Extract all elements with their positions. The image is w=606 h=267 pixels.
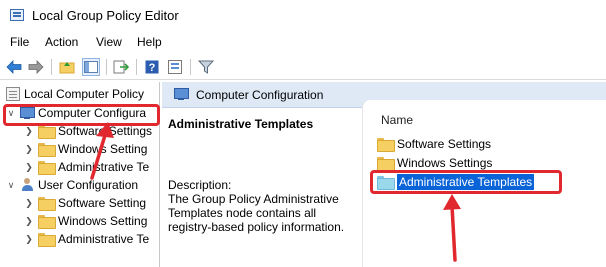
toolbar-separator: [106, 59, 107, 75]
tree-item-label: Software Setting: [58, 196, 147, 210]
tree-computer-configuration-label: Computer Configura: [38, 106, 147, 120]
tree-user-software-settings[interactable]: ❯ Software Setting: [24, 194, 146, 212]
show-hide-tree-icon[interactable]: [82, 58, 100, 76]
user-icon: [20, 178, 35, 192]
description-text: The Group Policy Administrative Template…: [168, 192, 345, 234]
export-list-icon[interactable]: [112, 58, 130, 76]
details-pane: Computer Configuration Administrative Te…: [162, 82, 606, 267]
toolbar-separator: [136, 59, 137, 75]
tree-item-label: Administrative Te: [58, 232, 150, 246]
tree-computer-configuration[interactable]: ∨ Computer Configura: [6, 104, 146, 122]
extended-view-panel: Administrative Templates Description: Th…: [162, 110, 358, 267]
tree-user-windows-settings[interactable]: ❯ Windows Setting: [24, 212, 147, 230]
back-arrow-icon[interactable]: [5, 58, 23, 76]
chevron-right-icon[interactable]: ❯: [24, 234, 34, 245]
details-header-title: Computer Configuration: [196, 88, 324, 102]
chevron-right-icon[interactable]: ❯: [24, 162, 34, 173]
list-item-label: Windows Settings: [397, 156, 493, 170]
tree-administrative-templates[interactable]: ❯ Administrative Te: [24, 158, 149, 176]
menu-view[interactable]: View: [96, 35, 122, 49]
toolbar-separator: [190, 59, 191, 75]
forward-arrow-icon[interactable]: [27, 58, 45, 76]
list-item-label: Software Settings: [397, 137, 492, 151]
computer-icon: [174, 88, 189, 101]
tree-user-configuration-label: User Configuration: [38, 178, 139, 192]
help-icon[interactable]: ?: [143, 58, 161, 76]
menu-file[interactable]: File: [10, 35, 29, 49]
title-bar: Local Group Policy Editor: [0, 0, 606, 32]
tree-item-label: Windows Setting: [58, 142, 148, 156]
list-item-administrative-templates[interactable]: Administrative Templates: [377, 173, 535, 191]
folder-icon: [38, 215, 56, 229]
chevron-right-icon[interactable]: ❯: [24, 216, 34, 227]
tree-windows-settings[interactable]: ❯ Windows Setting: [24, 140, 147, 158]
list-item-windows-settings[interactable]: Windows Settings: [377, 154, 492, 172]
tree-software-settings[interactable]: ❯ Software Settings: [24, 122, 152, 140]
tree-item-label: Software Settings: [58, 124, 153, 138]
computer-icon: [20, 106, 35, 120]
svg-text:?: ?: [149, 62, 156, 74]
menu-bar: File Action View Help: [0, 32, 606, 52]
items-list: Name Software Settings Windows Settings …: [362, 100, 606, 267]
folder-icon: [38, 125, 56, 139]
toolbar-separator: [51, 59, 52, 75]
chevron-right-icon[interactable]: ❯: [24, 144, 34, 155]
extended-title: Administrative Templates: [168, 117, 314, 131]
policy-editor-icon: [10, 9, 24, 21]
tree-root[interactable]: Local Computer Policy: [6, 85, 144, 103]
folder-icon: [38, 197, 56, 211]
description-label: Description:: [168, 178, 232, 192]
folder-icon: [377, 157, 395, 171]
up-folder-icon[interactable]: [58, 58, 76, 76]
chevron-down-icon[interactable]: ∨: [6, 180, 16, 191]
tree-user-configuration[interactable]: ∨ User Configuration: [6, 176, 138, 194]
menu-help[interactable]: Help: [137, 35, 162, 49]
folder-icon: [38, 161, 56, 175]
filter-icon[interactable]: [197, 58, 215, 76]
chevron-right-icon[interactable]: ❯: [24, 126, 34, 137]
tree-user-administrative-templates[interactable]: ❯ Administrative Te: [24, 230, 149, 248]
folder-icon: [38, 233, 56, 247]
list-item-label: Administrative Templates: [397, 174, 535, 190]
folder-icon: [38, 143, 56, 157]
toolbar: ?: [0, 54, 606, 80]
chevron-down-icon[interactable]: ∨: [6, 108, 16, 119]
menu-action[interactable]: Action: [45, 35, 78, 49]
chevron-right-icon[interactable]: ❯: [24, 198, 34, 209]
window-title: Local Group Policy Editor: [32, 8, 179, 23]
column-header-name[interactable]: Name: [381, 113, 413, 127]
tree-item-label: Administrative Te: [58, 160, 150, 174]
console-tree: Local Computer Policy ∨ Computer Configu…: [0, 82, 160, 267]
tree-item-label: Windows Setting: [58, 214, 148, 228]
folder-icon: [377, 138, 395, 152]
list-item-software-settings[interactable]: Software Settings: [377, 135, 491, 153]
admin-templates-folder-icon: [377, 176, 395, 190]
properties-icon[interactable]: [166, 58, 184, 76]
policy-document-icon: [6, 87, 20, 101]
tree-root-label: Local Computer Policy: [24, 87, 145, 101]
